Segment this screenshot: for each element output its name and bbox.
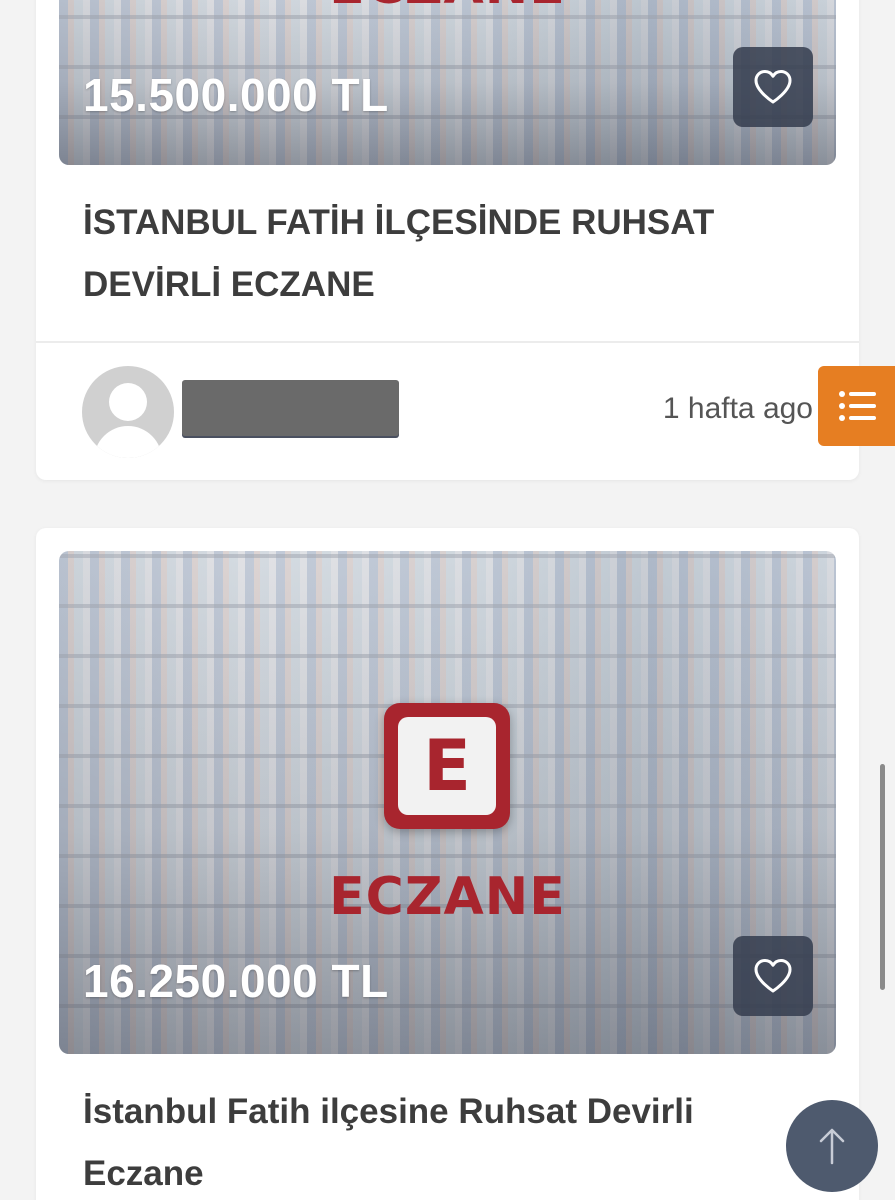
favorite-button[interactable]: [733, 47, 813, 127]
side-menu-button[interactable]: [818, 366, 895, 446]
pharmacy-brand-text: ECZANE: [59, 0, 836, 16]
card-divider: [36, 341, 859, 343]
listing-card[interactable]: ECZANE 15.500.000 TL İSTANBUL FATİH İLÇE…: [36, 0, 859, 480]
scrollbar[interactable]: [880, 764, 885, 990]
pharmacy-logo-letter: E: [398, 717, 496, 815]
listing-price: 15.500.000 TL: [83, 69, 389, 121]
scroll-to-top-button[interactable]: [786, 1100, 878, 1192]
pharmacy-brand-text: ECZANE: [329, 867, 566, 927]
author-name-redacted: [182, 380, 399, 436]
listing-photo[interactable]: E ECZANE 16.250.000 TL: [59, 551, 836, 1054]
avatar-head: [109, 383, 147, 421]
listing-photo[interactable]: ECZANE 15.500.000 TL: [59, 0, 836, 165]
listing-title[interactable]: İSTANBUL FATİH İLÇESİNDE RUHSAT DEVİRLİ …: [83, 192, 783, 316]
listing-price: 16.250.000 TL: [83, 955, 389, 1007]
pharmacy-logo: E: [384, 703, 510, 829]
listing-time-ago: 1 hafta ago: [662, 392, 813, 425]
list-icon: [839, 391, 876, 421]
heart-outline-icon: [754, 959, 792, 993]
arrow-up-icon: [819, 1128, 845, 1165]
listing-card[interactable]: E ECZANE 16.250.000 TL İstanbul Fatih il…: [36, 528, 859, 1200]
heart-outline-icon: [754, 70, 792, 104]
listing-title[interactable]: İstanbul Fatih ilçesine Ruhsat Devirli E…: [83, 1081, 783, 1200]
avatar-body: [94, 426, 162, 458]
favorite-button[interactable]: [733, 936, 813, 1016]
avatar[interactable]: [82, 366, 174, 458]
